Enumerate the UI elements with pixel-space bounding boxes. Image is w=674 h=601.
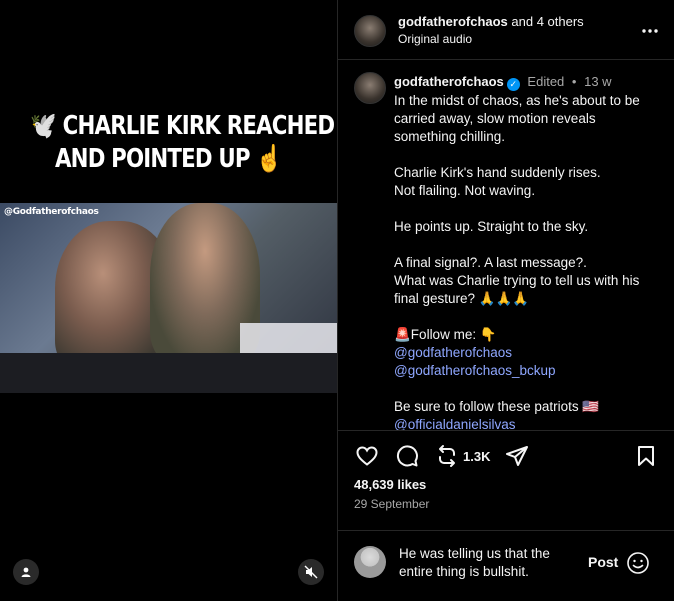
post-media[interactable]: 🕊️ CHARLIE KIRK REACHED AND POINTED UP ☝… xyxy=(0,0,337,601)
smiley-icon xyxy=(627,552,649,574)
comment-bubble-icon xyxy=(396,445,418,467)
video-frame[interactable] xyxy=(0,203,337,393)
author-avatar[interactable] xyxy=(354,15,386,47)
tagged-users-button[interactable] xyxy=(13,559,39,585)
heart-icon xyxy=(356,446,378,466)
post-date[interactable]: 29 September xyxy=(354,497,429,511)
muted-speaker-icon xyxy=(304,565,318,579)
caption-line: A final signal?. A last message?. xyxy=(394,255,587,270)
post-side-panel: godfatherofchaos and 4 others Original a… xyxy=(337,0,674,601)
share-button[interactable] xyxy=(504,443,530,469)
viewer-avatar xyxy=(354,546,386,578)
mention-link[interactable]: @officialdanielsilvas xyxy=(394,416,654,430)
post-header: godfatherofchaos and 4 others Original a… xyxy=(338,0,674,60)
mute-toggle-button[interactable] xyxy=(298,559,324,585)
more-options-button[interactable] xyxy=(641,18,659,39)
post-comment-button[interactable]: Post xyxy=(588,554,618,570)
headline-line-1: 🕊️ CHARLIE KIRK REACHED xyxy=(30,111,335,141)
caption-scroll-area[interactable]: godfatherofchaos ✓ Edited • 13 w In the m… xyxy=(338,60,674,430)
caption-paragraph: Be sure to follow these patriots 🇺🇸 @off… xyxy=(394,398,654,430)
separator-dot: • xyxy=(571,74,577,89)
post-age[interactable]: 13 w xyxy=(584,74,611,89)
author-line: godfatherofchaos and 4 others xyxy=(398,14,584,29)
mention-link[interactable]: @godfatherofchaos_bckup xyxy=(394,362,654,380)
comment-button[interactable] xyxy=(394,443,420,469)
caption-username[interactable]: godfatherofchaos xyxy=(394,74,504,89)
caption-line: What was Charlie trying to tell us with … xyxy=(394,273,640,306)
ellipsis-icon xyxy=(642,29,658,33)
follow-line: 🚨Follow me: 👇 xyxy=(394,327,497,342)
comment-input[interactable]: He was telling us that the entire thing … xyxy=(399,545,579,581)
caption-line: Charlie Kirk's hand suddenly rises. xyxy=(394,165,601,180)
comment-composer: He was telling us that the entire thing … xyxy=(338,530,674,601)
collaborators-text[interactable]: and 4 others xyxy=(508,14,583,29)
patriots-line: Be sure to follow these patriots 🇺🇸 xyxy=(394,399,600,414)
author-username[interactable]: godfatherofchaos xyxy=(398,14,508,29)
video-shadow xyxy=(0,353,337,393)
repost-icon xyxy=(439,445,455,467)
audio-link[interactable]: Original audio xyxy=(398,32,472,46)
edited-label: Edited xyxy=(527,74,565,89)
person-icon xyxy=(21,567,31,577)
repost-button[interactable] xyxy=(434,443,460,469)
video-headline: 🕊️ CHARLIE KIRK REACHED AND POINTED UP ☝… xyxy=(30,110,335,176)
caption-line: Not flailing. Not waving. xyxy=(394,183,536,198)
repost-count[interactable]: 1.3K xyxy=(463,449,490,464)
bookmark-icon xyxy=(638,446,654,466)
caption-author-avatar[interactable] xyxy=(354,72,386,104)
caption-paragraph: He points up. Straight to the sky. xyxy=(394,219,589,234)
verified-badge-icon: ✓ xyxy=(506,78,520,91)
caption-header: godfatherofchaos ✓ Edited • 13 w xyxy=(394,74,612,91)
mention-link[interactable]: @godfatherofchaos xyxy=(394,344,654,362)
video-watermark: @Godfatherofchaos xyxy=(4,207,99,217)
send-icon xyxy=(506,446,528,466)
like-button[interactable] xyxy=(354,443,380,469)
likes-count[interactable]: 48,639 likes xyxy=(354,477,426,492)
caption-paragraph: In the midst of chaos, as he's about to … xyxy=(394,93,640,144)
caption-text: In the midst of chaos, as he's about to … xyxy=(394,92,654,430)
save-button[interactable] xyxy=(633,443,659,469)
caption-paragraph: Charlie Kirk's hand suddenly rises. Not … xyxy=(394,164,654,200)
caption-paragraph: A final signal?. A last message?. What w… xyxy=(394,254,654,308)
caption-paragraph: 🚨Follow me: 👇 @godfatherofchaos @godfath… xyxy=(394,326,654,380)
emoji-picker-button[interactable] xyxy=(626,551,650,575)
headline-line-2: AND POINTED UP ☝️ xyxy=(54,144,283,174)
